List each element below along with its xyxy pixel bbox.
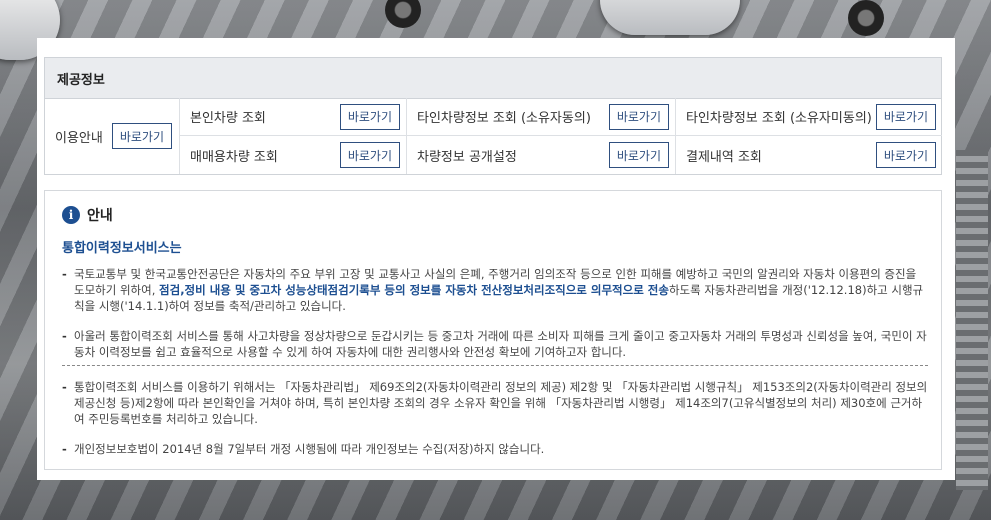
- notice-paragraph-4: - 개인정보보호법이 2014년 8월 7일부터 개정 시행됨에 따라 개인정보…: [62, 441, 928, 457]
- notice-paragraph-3: - 통합이력조회 서비스를 이용하기 위해서는 「자동차관리법」 제69조의2(…: [62, 379, 928, 427]
- own-vehicle-button[interactable]: 바로가기: [339, 103, 400, 130]
- dashed-divider: [62, 365, 928, 366]
- paragraph-3-text: 통합이력조회 서비스를 이용하기 위해서는 「자동차관리법」 제69조의2(자동…: [74, 380, 928, 426]
- payment-history-cell: 결제내역 조회 바로가기: [676, 136, 942, 174]
- info-icon: i: [62, 206, 80, 224]
- other-vehicle-consent-button[interactable]: 바로가기: [608, 103, 669, 130]
- tire-right: [848, 0, 884, 36]
- section-title: 제공정보: [45, 58, 941, 99]
- menu-grid: 이용안내 바로가기 본인차량 조회 바로가기 타인차량정보 조회 (소유자동의)…: [45, 98, 942, 174]
- other-vehicle-no-consent-label: 타인차량정보 조회 (소유자미동의): [686, 111, 872, 126]
- own-vehicle-cell: 본인차량 조회 바로가기: [180, 98, 406, 136]
- other-vehicle-no-consent-cell: 타인차량정보 조회 (소유자미동의) 바로가기: [676, 98, 942, 136]
- vehicle-disclosure-label: 차량정보 공개설정: [417, 149, 517, 165]
- white-car-right: [600, 0, 740, 35]
- notice-paragraph-2: - 아울러 통합이력조회 서비스를 통해 사고차량을 정상차량으로 둔갑시키는 …: [62, 328, 928, 360]
- bullet-dash: -: [62, 267, 67, 281]
- vehicle-disclosure-button[interactable]: 바로가기: [608, 142, 669, 168]
- vehicle-disclosure-cell: 차량정보 공개설정 바로가기: [407, 136, 675, 174]
- own-vehicle-label: 본인차량 조회: [190, 111, 266, 126]
- bullet-dash: -: [62, 329, 67, 343]
- paragraph-2-text: 아울러 통합이력조회 서비스를 통해 사고차량을 정상차량으로 둔갑시키는 등 …: [74, 329, 927, 359]
- other-vehicle-no-consent-button[interactable]: 바로가기: [875, 103, 936, 130]
- notice-box: i 안내 통합이력정보서비스는 - 국토교통부 및 한국교통안전공단은 자동차의…: [44, 190, 942, 470]
- service-subtitle: 통합이력정보서비스는: [62, 241, 182, 256]
- concrete-pillar: [956, 150, 988, 490]
- usage-guide-label: 이용안내: [55, 130, 103, 146]
- tire-left: [385, 0, 421, 28]
- sale-vehicle-cell: 매매용차량 조회 바로가기: [180, 136, 406, 174]
- notice-paragraph-1: - 국토교통부 및 한국교통안전공단은 자동차의 주요 부위 고장 및 교통사고…: [62, 266, 928, 314]
- usage-guide-button[interactable]: 바로가기: [111, 123, 173, 149]
- notice-title: 안내: [87, 208, 113, 224]
- provided-info-section: 제공정보 이용안내 바로가기 본인차량 조회 바로가기 타인차량정보 조회 (소…: [44, 57, 942, 175]
- sale-vehicle-label: 매매용차량 조회: [190, 149, 278, 165]
- payment-history-label: 결제내역 조회: [686, 149, 762, 165]
- other-vehicle-consent-cell: 타인차량정보 조회 (소유자동의) 바로가기: [407, 98, 675, 136]
- sale-vehicle-button[interactable]: 바로가기: [339, 142, 400, 168]
- other-vehicle-consent-label: 타인차량정보 조회 (소유자동의): [417, 111, 591, 126]
- payment-history-button[interactable]: 바로가기: [875, 142, 936, 168]
- bullet-dash: -: [62, 442, 67, 456]
- paragraph-1-emphasis: 점검,정비 내용 및 중고차 성능상태점검기록부 등의 정보를 자동차 전산정보…: [159, 283, 669, 297]
- bullet-dash: -: [62, 380, 67, 394]
- notice-header: i 안내: [62, 205, 113, 225]
- paragraph-4-text: 개인정보보호법이 2014년 8월 7일부터 개정 시행됨에 따라 개인정보는 …: [74, 442, 545, 456]
- usage-guide-cell: 이용안내 바로가기: [45, 98, 180, 174]
- content-panel: 제공정보 이용안내 바로가기 본인차량 조회 바로가기 타인차량정보 조회 (소…: [37, 38, 955, 480]
